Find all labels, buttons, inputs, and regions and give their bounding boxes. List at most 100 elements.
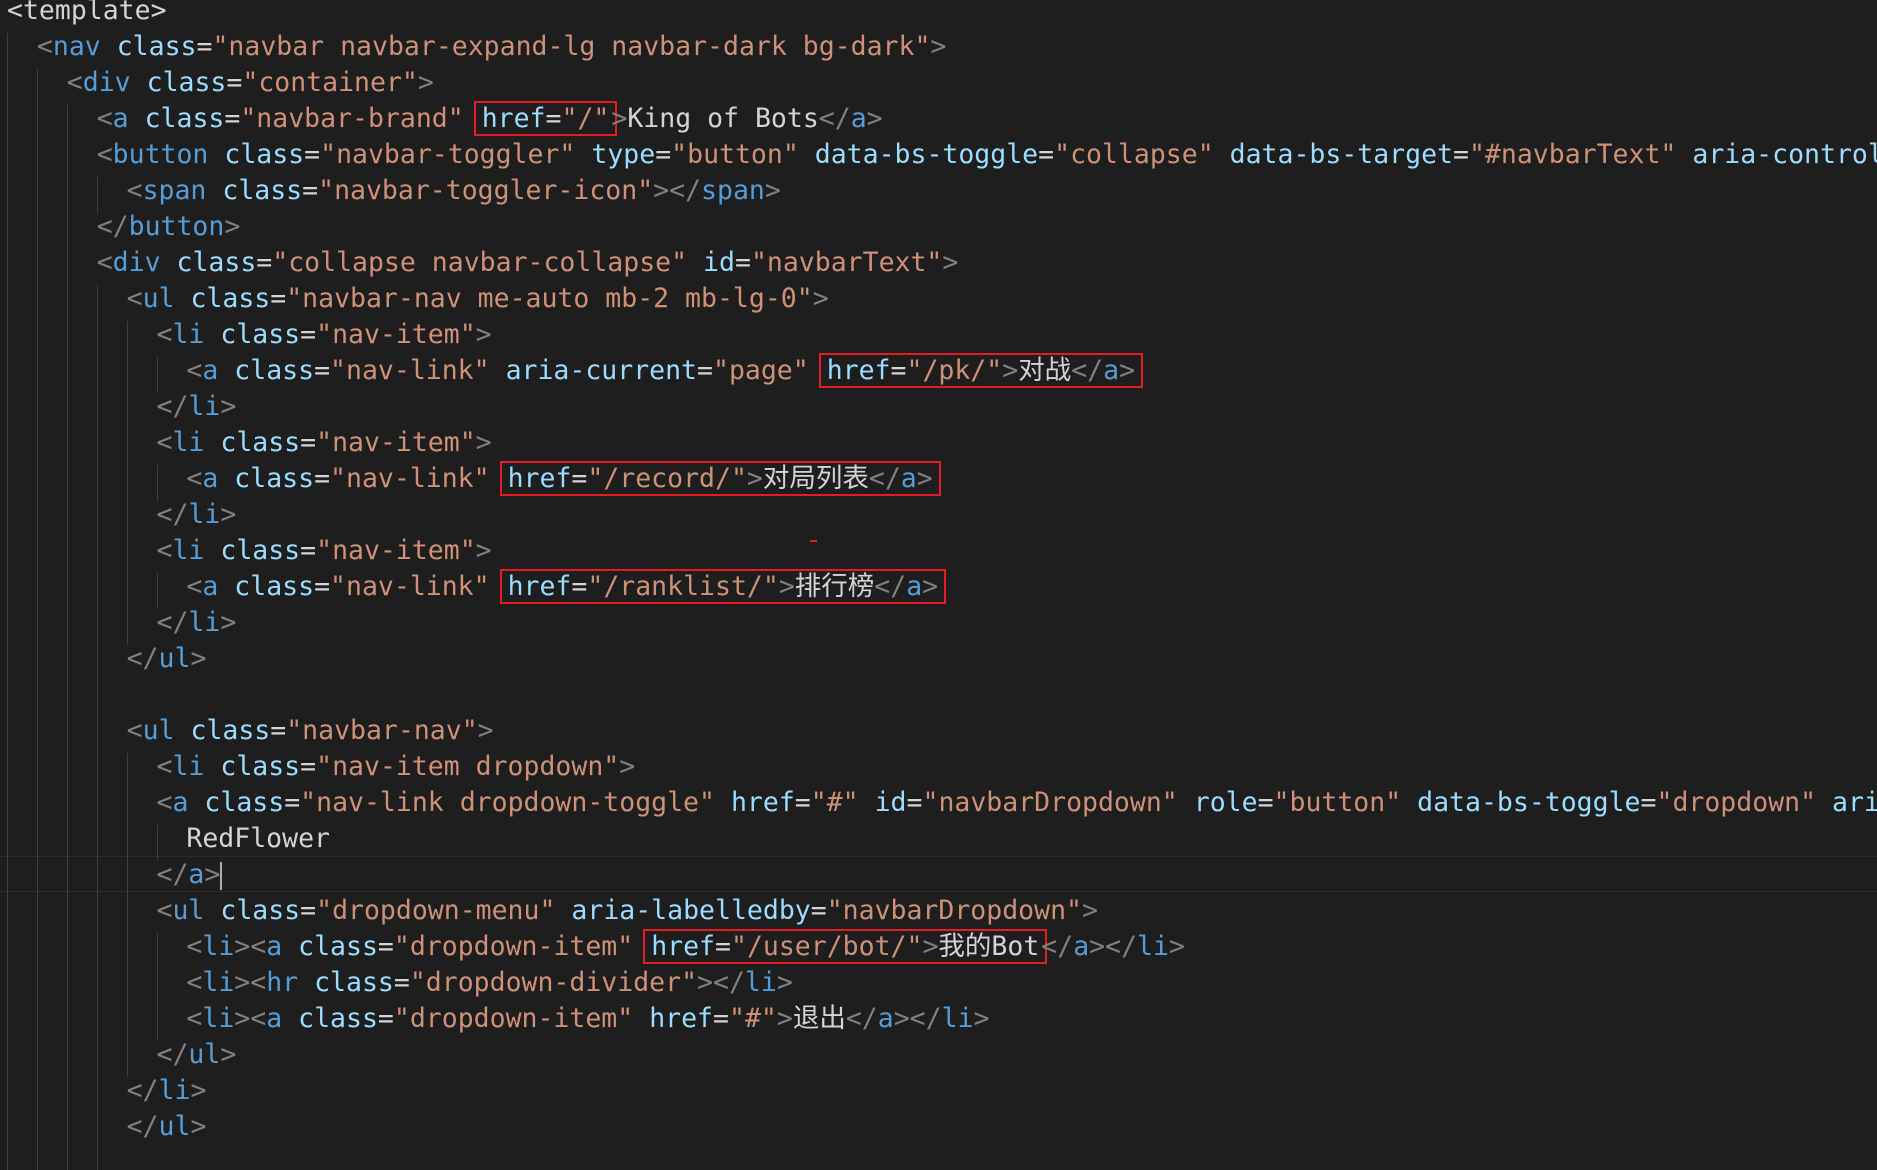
code-token: > bbox=[220, 499, 237, 530]
code-editor[interactable]: <template> <nav class="navbar navbar-expa… bbox=[0, 0, 1877, 1170]
code-line: <a class="navbar-brand" href="/">King of… bbox=[97, 101, 883, 137]
code-line: <ul class="navbar-nav me-auto mb-2 mb-lg… bbox=[127, 281, 829, 317]
indent-guide bbox=[96, 321, 98, 357]
code-token: > bbox=[204, 859, 221, 890]
code-token: > bbox=[475, 535, 492, 566]
indent-guide bbox=[36, 393, 38, 429]
code-token: a bbox=[1073, 931, 1090, 962]
code-line: <div class="container"> bbox=[67, 65, 434, 101]
code-token: "nav-item" bbox=[316, 427, 476, 458]
code-token: > bbox=[1002, 355, 1019, 386]
code-token: "collapse" bbox=[1054, 139, 1214, 170]
indent-guide bbox=[36, 789, 38, 825]
code-token: href bbox=[651, 931, 716, 962]
code-token: > bbox=[1168, 931, 1185, 962]
code-token: 我的Bot bbox=[938, 931, 1040, 962]
indent-guide bbox=[126, 573, 128, 609]
code-token: = bbox=[377, 931, 394, 962]
code-token: >< bbox=[234, 1003, 267, 1034]
code-token: < bbox=[186, 571, 203, 602]
code-token: King of Bots bbox=[627, 103, 819, 134]
code-token: > bbox=[922, 571, 939, 602]
code-token: < bbox=[126, 715, 143, 746]
indent-guide bbox=[7, 249, 8, 285]
code-token: = bbox=[655, 139, 672, 170]
indent-guide bbox=[66, 573, 68, 609]
indent-guide bbox=[96, 501, 98, 537]
highlight-box: href="/ranklist/">排行榜</a> bbox=[499, 569, 947, 604]
code-token: = bbox=[256, 247, 273, 278]
code-token: "button" bbox=[671, 139, 799, 170]
indent-guide bbox=[36, 213, 38, 249]
code-token: = bbox=[545, 103, 562, 134]
code-token: class bbox=[314, 967, 394, 998]
indent-guide bbox=[66, 105, 68, 141]
indent-guide bbox=[36, 1077, 38, 1113]
code-token: = bbox=[393, 967, 410, 998]
indent-guide bbox=[66, 465, 68, 501]
code-line: <ul class="dropdown-menu" aria-labelledb… bbox=[157, 893, 1098, 929]
code-token: "dropdown-item" bbox=[393, 1003, 634, 1034]
code-token: li bbox=[188, 391, 221, 422]
code-token: a bbox=[202, 355, 219, 386]
code-token: class bbox=[298, 931, 378, 962]
indent-guide bbox=[36, 285, 38, 321]
indent-guide bbox=[36, 177, 38, 213]
code-token: < bbox=[126, 283, 143, 314]
code-token: 对局列表 bbox=[762, 463, 869, 494]
code-token: ></ bbox=[893, 1003, 942, 1034]
code-token: ></ bbox=[1089, 931, 1138, 962]
code-token: = bbox=[890, 355, 907, 386]
code-token: = bbox=[1640, 787, 1657, 818]
code-token: > bbox=[1119, 355, 1136, 386]
code-token: = bbox=[314, 355, 331, 386]
code-token: </ bbox=[156, 391, 189, 422]
code-token: class bbox=[220, 319, 301, 350]
code-token: li bbox=[172, 535, 205, 566]
code-token: a bbox=[202, 571, 219, 602]
code-token: id bbox=[703, 247, 735, 278]
indent-guide bbox=[7, 69, 8, 105]
code-token: > bbox=[866, 103, 883, 134]
indent-guide bbox=[7, 465, 8, 501]
indent-guide bbox=[7, 141, 8, 177]
code-token: class bbox=[234, 463, 315, 494]
code-line: <div class="collapse navbar-collapse" id… bbox=[97, 245, 959, 281]
indent-guide bbox=[66, 321, 68, 357]
code-token: a bbox=[877, 1003, 894, 1034]
indent-guide bbox=[66, 825, 68, 861]
code-token: "/" bbox=[561, 103, 610, 134]
code-token: > bbox=[619, 751, 636, 782]
code-token: > bbox=[746, 463, 763, 494]
code-token: href bbox=[481, 103, 546, 134]
code-token: 排行榜 bbox=[794, 571, 875, 602]
indent-guide bbox=[126, 969, 128, 1005]
indent-guide bbox=[126, 465, 128, 501]
code-token: "navbar-toggler-icon" bbox=[318, 175, 654, 206]
indent-guide bbox=[7, 105, 8, 141]
indent-guide bbox=[36, 357, 38, 393]
indent-guide bbox=[96, 1113, 98, 1149]
code-token: ul bbox=[172, 895, 205, 926]
indent-guide bbox=[36, 825, 38, 861]
code-token: > bbox=[778, 571, 795, 602]
indent-guide bbox=[36, 933, 38, 969]
code-token: > bbox=[224, 211, 241, 242]
code-token: ></ bbox=[697, 967, 745, 998]
code-token: </ bbox=[874, 571, 907, 602]
code-token: a bbox=[1103, 355, 1120, 386]
indent-guide bbox=[96, 609, 98, 645]
code-token: = bbox=[300, 427, 317, 458]
code-token: a bbox=[112, 103, 129, 134]
